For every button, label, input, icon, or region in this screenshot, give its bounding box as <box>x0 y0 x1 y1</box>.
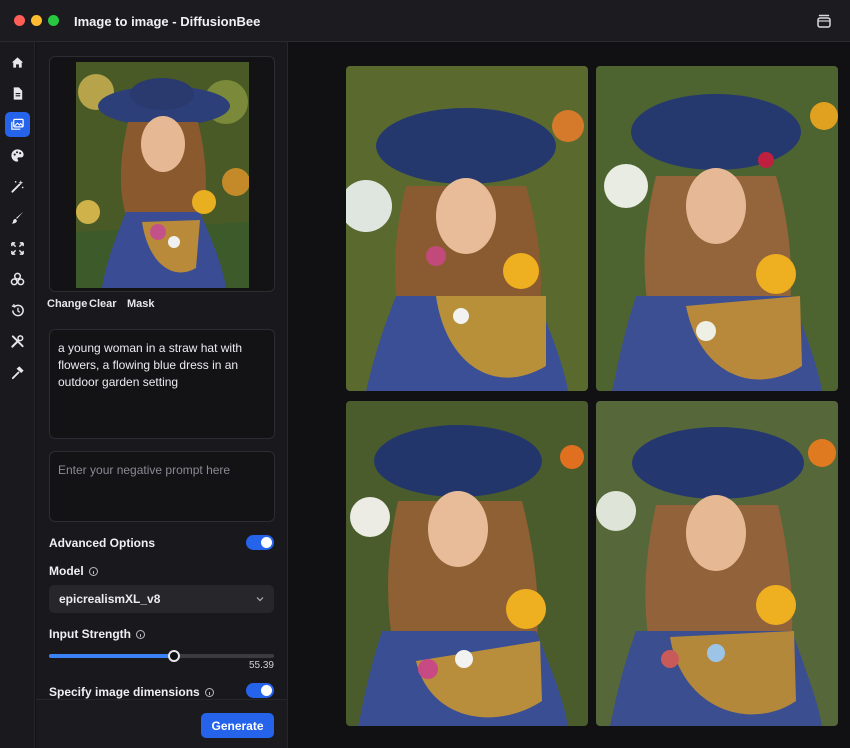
model-label: Model <box>49 564 98 578</box>
image-dimensions-toggle[interactable] <box>246 683 274 698</box>
sidebar-item-home[interactable] <box>5 50 30 75</box>
hammer-icon <box>11 366 24 380</box>
home-icon <box>11 57 24 68</box>
input-strength-label-text: Input Strength <box>49 627 131 641</box>
mask-image-button[interactable]: Mask <box>127 298 155 310</box>
generate-button[interactable]: Generate <box>201 713 274 738</box>
output-image-3[interactable] <box>346 401 588 726</box>
model-label-text: Model <box>49 564 84 578</box>
input-strength-value: 55.39 <box>248 660 274 671</box>
output-image-2[interactable] <box>596 66 838 391</box>
change-image-button[interactable]: Change <box>47 298 87 310</box>
minimize-window-button[interactable] <box>31 15 42 26</box>
sidebar-item-tools[interactable] <box>5 329 30 354</box>
panel-footer: Generate <box>36 699 287 748</box>
info-icon[interactable] <box>88 567 98 576</box>
expand-arrows-icon <box>11 242 24 255</box>
prompt-input[interactable]: a young woman in a straw hat with flower… <box>49 329 275 439</box>
maximize-window-button[interactable] <box>48 15 59 26</box>
history-icon <box>11 303 24 317</box>
slider-fill <box>49 654 174 658</box>
sidebar <box>0 42 35 748</box>
document-icon <box>13 87 23 100</box>
negative-prompt-input[interactable]: Enter your negative prompt here <box>49 451 275 522</box>
tools-icon <box>11 335 24 348</box>
output-image-1[interactable] <box>346 66 588 391</box>
sidebar-item-image-to-image[interactable] <box>5 112 30 137</box>
close-window-button[interactable] <box>14 15 25 26</box>
advanced-options-toggle[interactable] <box>246 535 274 550</box>
model-select-value: epicrealismXL_v8 <box>59 592 161 606</box>
sidebar-item-history[interactable] <box>5 298 30 323</box>
input-image <box>76 62 249 288</box>
layers-icon[interactable] <box>814 11 834 31</box>
input-strength-label: Input Strength <box>49 627 145 641</box>
clear-image-button[interactable]: Clear <box>89 298 117 310</box>
input-strength-slider[interactable] <box>49 650 274 662</box>
output-image-4[interactable] <box>596 401 838 726</box>
sidebar-item-upscale[interactable] <box>5 236 30 261</box>
sidebar-item-training[interactable] <box>5 360 30 385</box>
advanced-options-label: Advanced Options <box>49 536 156 550</box>
info-icon[interactable] <box>204 688 214 697</box>
brush-icon <box>11 211 24 224</box>
output-area <box>289 42 850 748</box>
sidebar-item-inpaint[interactable] <box>5 205 30 230</box>
window-title: Image to image - DiffusionBee <box>74 14 261 29</box>
info-icon[interactable] <box>135 630 145 639</box>
input-image-dropzone[interactable] <box>49 56 275 292</box>
model-select[interactable]: epicrealismXL_v8 <box>49 585 274 613</box>
app-window: Image to image - DiffusionBee Change Cle… <box>0 0 850 748</box>
sidebar-item-models[interactable] <box>5 267 30 292</box>
sidebar-item-styles[interactable] <box>5 143 30 168</box>
chevron-down-icon <box>256 597 264 602</box>
magic-wand-icon <box>11 180 24 193</box>
sidebar-item-text-to-image[interactable] <box>5 81 30 106</box>
images-icon <box>11 118 24 130</box>
image-dimensions-label-text: Specify image dimensions <box>49 685 200 699</box>
slider-thumb[interactable] <box>167 650 180 662</box>
palette-icon <box>11 149 24 162</box>
nodes-icon <box>10 272 25 286</box>
image-dimensions-label: Specify image dimensions <box>49 685 214 699</box>
title-bar: Image to image - DiffusionBee <box>0 0 850 42</box>
options-panel: Change Clear Mask a young woman in a str… <box>36 42 288 748</box>
sidebar-item-enhance[interactable] <box>5 174 30 199</box>
